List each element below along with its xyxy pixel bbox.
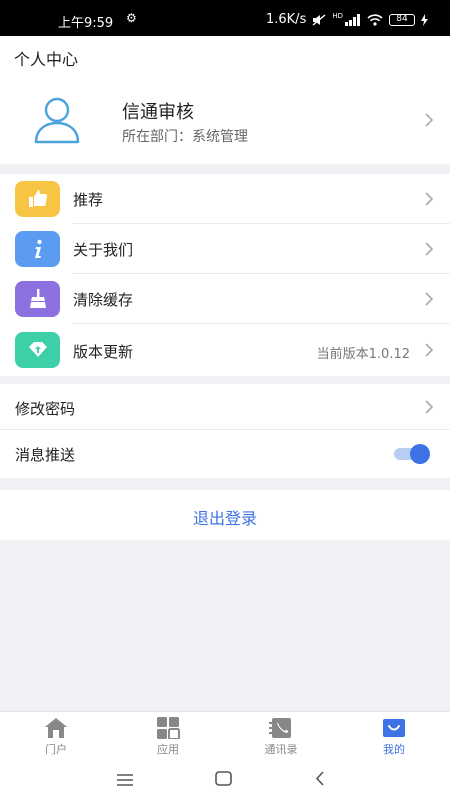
menu-item-label: 清除缓存 xyxy=(73,291,134,309)
charging-bolt-icon xyxy=(421,13,428,26)
tab-label: 通讯录 xyxy=(264,743,298,756)
profile-department: 所在部门：系统管理 xyxy=(122,129,248,145)
chevron-right-icon xyxy=(425,242,434,256)
wifi-icon xyxy=(367,13,383,26)
info-icon xyxy=(15,231,60,267)
tab-portal[interactable]: 门户 xyxy=(0,712,112,762)
menu-item-label: 推荐 xyxy=(73,191,104,209)
toggle-knob xyxy=(410,444,430,464)
menu-item-version-update[interactable]: 版本更新 当前版本1.0.12 xyxy=(0,324,450,376)
chevron-right-icon xyxy=(425,113,434,127)
system-nav-bar xyxy=(0,761,450,800)
status-time: 上午9:59 xyxy=(58,16,114,31)
menu-icon[interactable] xyxy=(117,774,133,786)
chevron-right-icon xyxy=(425,343,434,357)
profile-card[interactable]: 信通审核 所在部门：系统管理 xyxy=(0,76,450,164)
network-type-label: HD xyxy=(332,11,343,20)
settings-group: 修改密码 消息推送 xyxy=(0,384,450,478)
current-version: 当前版本1.0.12 xyxy=(316,347,410,362)
battery-icon: 84 xyxy=(389,13,415,26)
menu-item-about-us[interactable]: 关于我们 xyxy=(0,224,450,274)
broom-icon xyxy=(15,281,60,317)
status-right: 1.6K/s HD 84 xyxy=(266,12,428,27)
signal-icon xyxy=(345,13,360,26)
apps-grid-icon xyxy=(157,717,180,739)
push-notifications-label: 消息推送 xyxy=(15,446,76,464)
logout-button[interactable]: 退出登录 xyxy=(0,490,450,540)
menu-item-clear-cache[interactable]: 清除缓存 xyxy=(0,274,450,324)
tab-label: 应用 xyxy=(157,743,179,756)
chevron-right-icon xyxy=(425,192,434,206)
page-title: 个人中心 xyxy=(14,50,79,69)
tab-label: 门户 xyxy=(45,743,67,756)
menu-item-label: 版本更新 xyxy=(73,343,134,361)
settings-gear-icon: ⚙ xyxy=(126,11,137,25)
logout-label: 退出登录 xyxy=(192,509,257,528)
menu-group: 推荐 关于我们 清除缓存 版本更新 当前版本1.0.12 xyxy=(0,174,450,376)
tab-mine[interactable]: 我的 xyxy=(338,712,450,762)
back-icon[interactable] xyxy=(315,771,325,786)
home-icon xyxy=(45,718,67,738)
change-password-label: 修改密码 xyxy=(15,400,76,418)
push-notifications-toggle[interactable] xyxy=(394,444,430,464)
chevron-right-icon xyxy=(425,400,434,414)
profile-name: 信通审核 xyxy=(122,102,194,123)
tab-apps[interactable]: 应用 xyxy=(112,712,224,762)
chevron-right-icon xyxy=(425,292,434,306)
contacts-book-icon xyxy=(269,718,291,738)
push-notifications-row: 消息推送 xyxy=(0,430,450,478)
tab-contacts[interactable]: 通讯录 xyxy=(225,712,337,762)
thumbs-up-icon xyxy=(15,181,60,217)
page-header: 个人中心 xyxy=(0,36,450,76)
change-password-row[interactable]: 修改密码 xyxy=(0,384,450,430)
network-speed: 1.6K/s xyxy=(265,12,307,27)
user-avatar-icon xyxy=(34,97,80,144)
home-square-icon[interactable] xyxy=(215,771,232,786)
update-gem-icon xyxy=(15,332,60,368)
profile-icon xyxy=(383,719,405,737)
tab-label: 我的 xyxy=(383,743,405,756)
bottom-tab-bar: 门户 应用 通讯录 我的 xyxy=(0,711,450,761)
menu-item-label: 关于我们 xyxy=(73,241,134,259)
status-bar: 上午9:59 ⚙ 1.6K/s HD 84 xyxy=(0,0,450,36)
menu-item-recommend[interactable]: 推荐 xyxy=(0,174,450,224)
mute-icon xyxy=(312,13,326,26)
